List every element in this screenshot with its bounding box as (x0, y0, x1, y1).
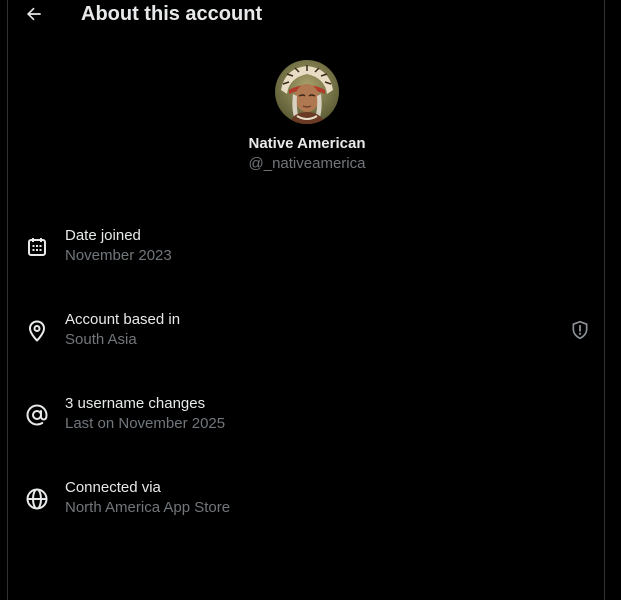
back-button[interactable] (22, 2, 46, 26)
shield-alert-icon[interactable] (570, 320, 590, 340)
detail-row-username-changes: 3 username changes Last on November 2025 (8, 394, 606, 442)
detail-value: Last on November 2025 (65, 415, 226, 432)
header: About this account (8, 0, 604, 30)
about-account-panel: About this account Native American @_nat… (7, 0, 605, 600)
arrow-left-icon (24, 4, 44, 24)
detail-label: 3 username changes (65, 395, 206, 412)
detail-label: Account based in (65, 311, 181, 328)
at-sign-icon (25, 403, 49, 427)
detail-label: Connected via (65, 479, 161, 496)
profile-summary: Native American @_nativeamerica (8, 60, 606, 174)
detail-label: Date joined (65, 227, 141, 244)
detail-value: North America App Store (65, 499, 231, 516)
detail-row-account-based-in: Account based in South Asia (8, 310, 606, 358)
avatar[interactable] (275, 60, 339, 124)
user-handle: @_nativeamerica (248, 155, 366, 172)
page-title: About this account (81, 3, 263, 25)
globe-icon (25, 487, 49, 511)
detail-value: South Asia (65, 331, 137, 348)
detail-value: November 2023 (65, 247, 172, 264)
detail-row-connected-via: Connected via North America App Store (8, 478, 606, 526)
location-pin-icon (25, 319, 49, 343)
display-name: Native American (248, 135, 366, 152)
detail-row-date-joined: Date joined November 2023 (8, 226, 606, 274)
calendar-icon (25, 235, 49, 259)
